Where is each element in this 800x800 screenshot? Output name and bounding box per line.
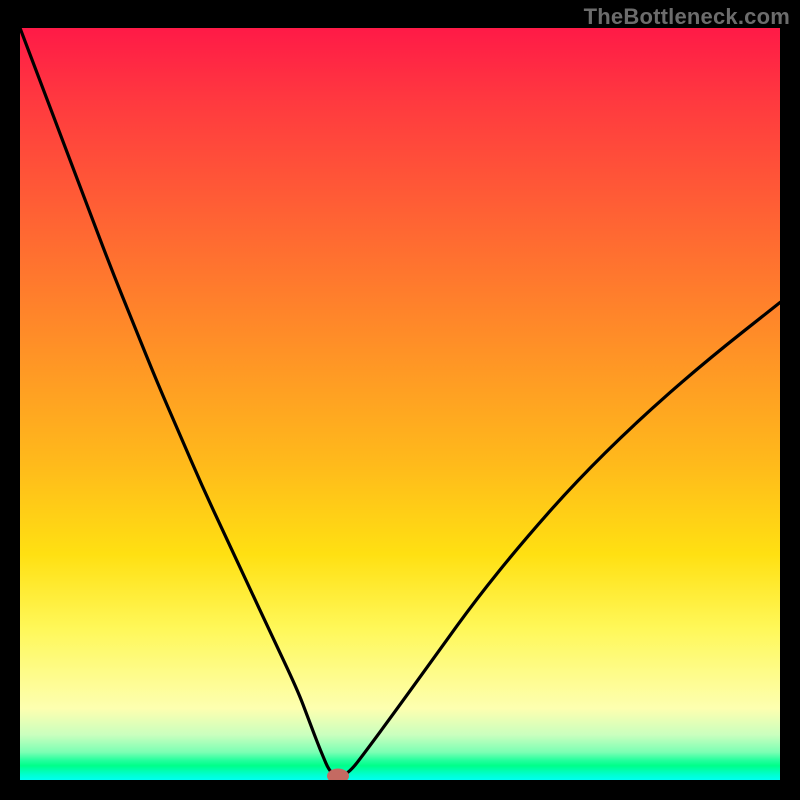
curve-path xyxy=(20,28,780,776)
bottleneck-curve xyxy=(20,28,780,780)
plot-area xyxy=(20,28,780,780)
watermark-text: TheBottleneck.com xyxy=(584,4,790,30)
optimal-point-marker xyxy=(327,769,349,780)
chart-container: TheBottleneck.com xyxy=(0,0,800,800)
